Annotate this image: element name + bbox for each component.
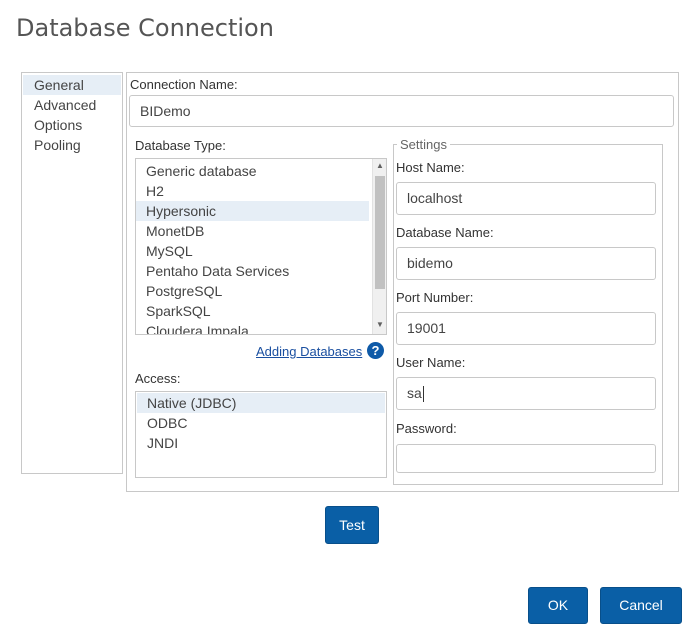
database-type-item-postgresql[interactable]: PostgreSQL xyxy=(136,281,369,301)
database-type-label: Database Type: xyxy=(135,138,226,153)
dialog-title: Database Connection xyxy=(16,14,274,42)
ok-button[interactable]: OK xyxy=(528,587,588,624)
host-name-label: Host Name: xyxy=(396,160,465,175)
sidebar-item-options[interactable]: Options xyxy=(23,115,121,135)
user-name-input[interactable]: sa xyxy=(396,377,656,410)
scroll-thumb[interactable] xyxy=(375,176,385,289)
database-type-scrollbar[interactable]: ▲ ▼ xyxy=(372,159,386,334)
sidebar-item-pooling[interactable]: Pooling xyxy=(23,135,121,155)
test-button[interactable]: Test xyxy=(325,506,379,544)
port-number-label: Port Number: xyxy=(396,290,474,305)
user-name-label: User Name: xyxy=(396,355,466,370)
database-type-item-monetdb[interactable]: MonetDB xyxy=(136,221,369,241)
database-type-item-impala[interactable]: Cloudera Impala xyxy=(136,321,369,334)
access-item-jdbc[interactable]: Native (JDBC) xyxy=(137,393,385,413)
access-item-jndi[interactable]: JNDI xyxy=(137,433,385,453)
help-icon[interactable]: ? xyxy=(367,342,384,359)
database-type-list[interactable]: Generic database H2 Hypersonic MonetDB M… xyxy=(135,158,387,335)
database-type-item-generic[interactable]: Generic database xyxy=(136,161,369,181)
connection-name-input[interactable]: BIDemo xyxy=(129,95,674,127)
database-name-label: Database Name: xyxy=(396,225,494,240)
connection-name-label: Connection Name: xyxy=(130,77,238,92)
database-name-input[interactable]: bidemo xyxy=(396,247,656,280)
database-type-item-pentaho[interactable]: Pentaho Data Services xyxy=(136,261,369,281)
settings-legend: Settings xyxy=(397,137,450,152)
password-label: Password: xyxy=(396,421,457,436)
database-type-item-sparksql[interactable]: SparkSQL xyxy=(136,301,369,321)
scroll-down-arrow-icon[interactable]: ▼ xyxy=(373,318,386,332)
scroll-up-arrow-icon[interactable]: ▲ xyxy=(373,159,386,173)
database-type-item-h2[interactable]: H2 xyxy=(136,181,369,201)
sidebar-nav: General Advanced Options Pooling xyxy=(21,72,123,474)
cancel-button[interactable]: Cancel xyxy=(600,587,682,624)
access-list[interactable]: Native (JDBC) ODBC JNDI xyxy=(135,391,387,478)
text-caret xyxy=(422,386,424,403)
password-input[interactable] xyxy=(396,444,656,473)
sidebar-item-advanced[interactable]: Advanced xyxy=(23,95,121,115)
port-number-input[interactable]: 19001 xyxy=(396,312,656,345)
user-name-value: sa xyxy=(407,385,422,401)
access-label: Access: xyxy=(135,371,181,386)
host-name-input[interactable]: localhost xyxy=(396,182,656,215)
sidebar-item-general[interactable]: General xyxy=(23,75,121,95)
access-item-odbc[interactable]: ODBC xyxy=(137,413,385,433)
database-type-item-mysql[interactable]: MySQL xyxy=(136,241,369,261)
adding-databases-link[interactable]: Adding Databases xyxy=(256,344,362,359)
database-type-item-hypersonic[interactable]: Hypersonic xyxy=(136,201,369,221)
